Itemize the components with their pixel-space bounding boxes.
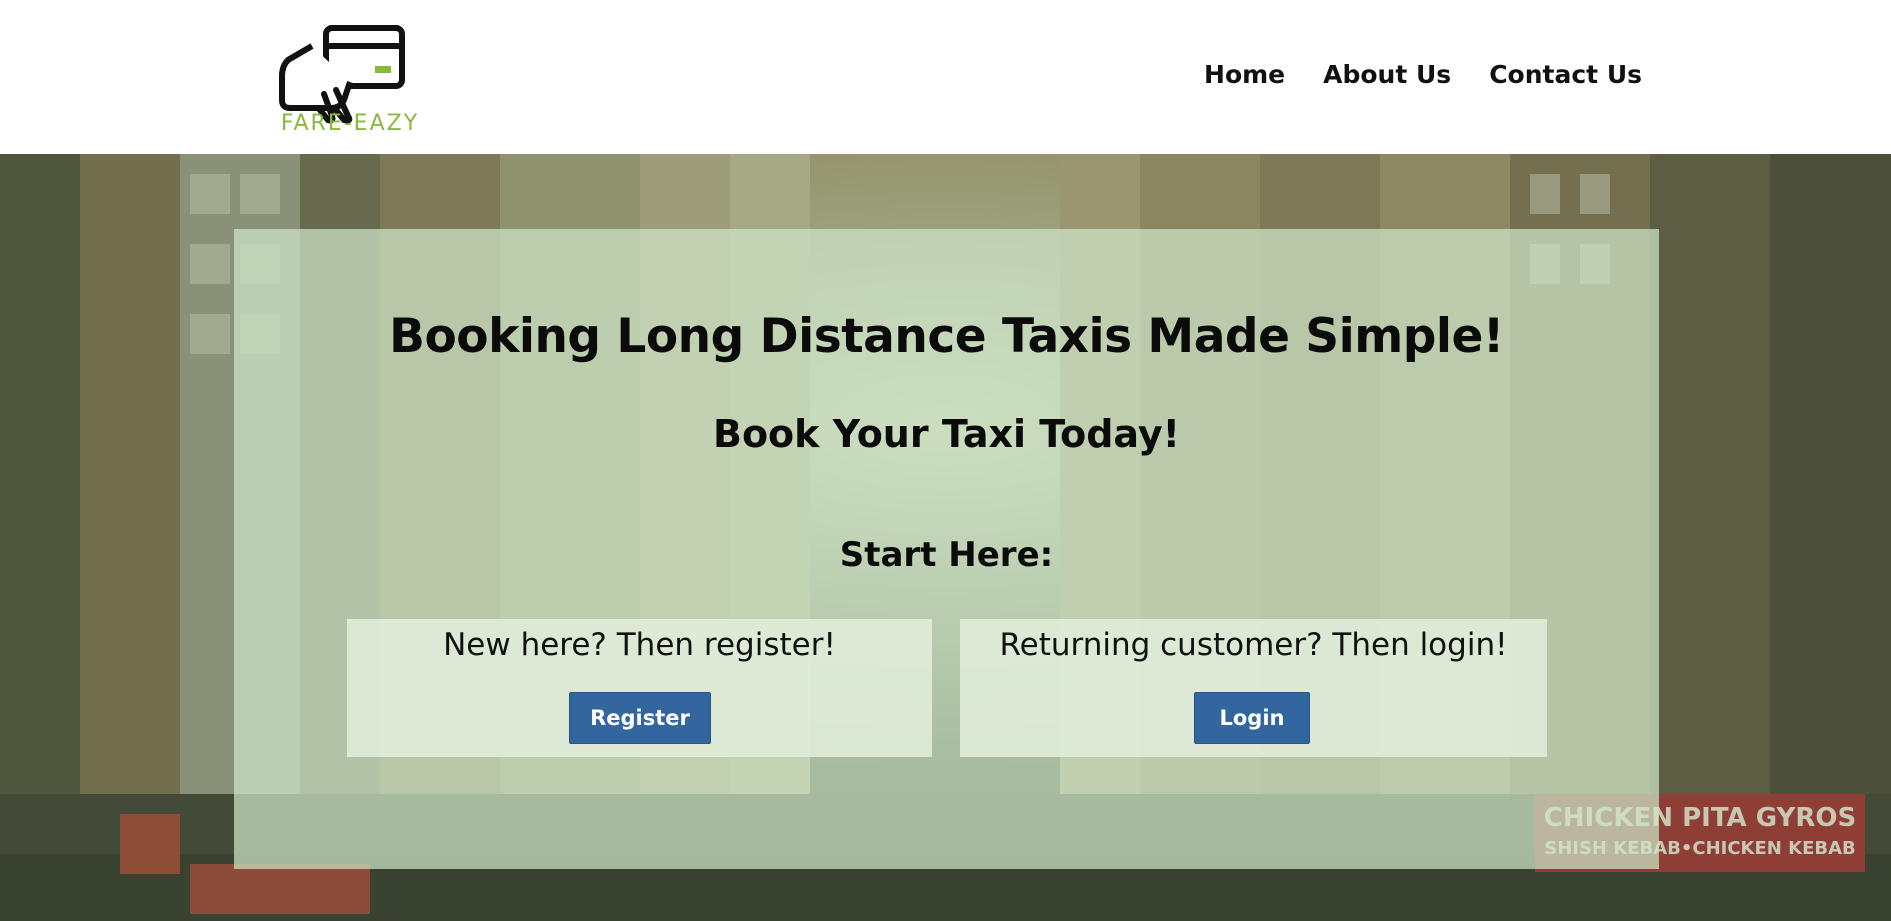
register-button[interactable]: Register [569,692,711,744]
hero-headline: Booking Long Distance Taxis Made Simple! [389,309,1504,364]
fare-eazy-logo[interactable]: FARE-EAZY [240,24,460,134]
login-button[interactable]: Login [1194,692,1310,744]
login-prompt: Returning customer? Then login! [999,627,1508,663]
hero-panel: Booking Long Distance Taxis Made Simple!… [234,229,1659,869]
hero-section: CHICKEN PITA GYROS SHISH KEBAB•CHICKEN K… [0,154,1891,921]
nav-home-link[interactable]: Home [1204,60,1285,89]
register-card: New here? Then register! Register [347,619,932,757]
nav-about-us-link[interactable]: About Us [1323,60,1451,89]
svg-text:FARE-EAZY: FARE-EAZY [281,111,419,134]
site-header: FARE-EAZY Home About Us Contact Us [0,0,1891,154]
login-card: Returning customer? Then login! Login [960,619,1547,757]
hand-holding-card-icon: FARE-EAZY [279,25,419,134]
start-here-label: Start Here: [839,535,1054,575]
main-nav: Home About Us Contact Us [1204,60,1642,89]
nav-contact-us-link[interactable]: Contact Us [1489,60,1642,89]
register-prompt: New here? Then register! [443,627,836,663]
hero-subheadline: Book Your Taxi Today! [712,412,1181,456]
